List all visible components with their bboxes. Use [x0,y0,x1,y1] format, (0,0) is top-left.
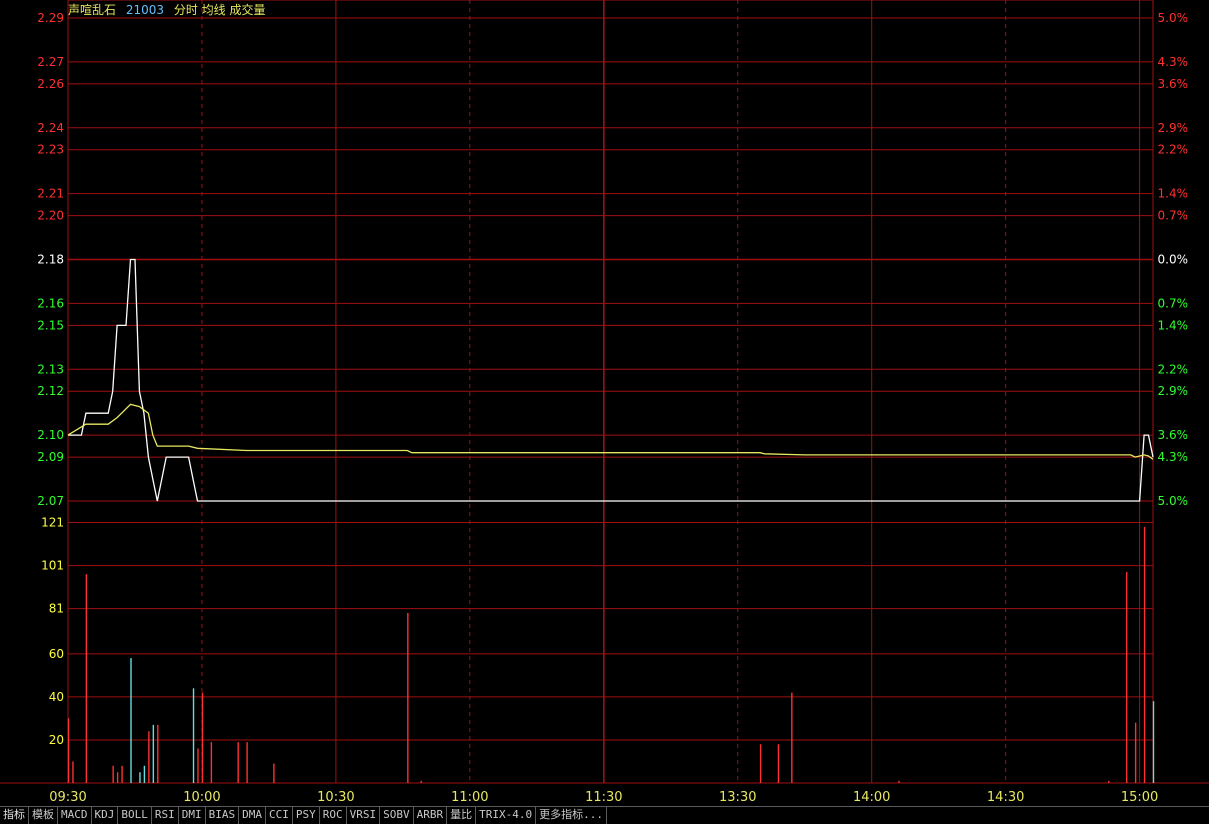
time-tick-label: 14:00 [853,790,890,805]
tab-4[interactable]: BOLL [118,807,152,824]
chart-header: 声喧乱石 21003 分时 均线 成交量 [68,2,272,18]
tab-12[interactable]: VRSI [347,807,381,824]
tab-17[interactable]: 更多指标... [536,807,607,824]
price-tick-label: 2.24 [37,121,64,135]
time-tick-label: 10:00 [183,790,220,805]
pct-tick-label: 4.3% [1158,55,1189,69]
tab-13[interactable]: SOBV [380,807,414,824]
tab-8[interactable]: DMA [239,807,266,824]
price-tick-label: 2.07 [37,494,64,508]
volume-tick-label: 81 [49,602,64,616]
pct-tick-label: 2.2% [1158,362,1189,376]
tab-0[interactable]: 指标 [0,807,29,824]
pct-tick-label: 1.4% [1158,318,1189,332]
time-tick-label: 13:30 [719,790,756,805]
pct-tick-label: 5.0% [1158,494,1189,508]
tab-2[interactable]: MACD [58,807,92,824]
pct-tick-label: 2.2% [1158,143,1189,157]
volume-tick-label: 121 [41,516,64,530]
intraday-chart[interactable]: 2.29 5.0% 2.27 4.3% 2.26 3.6% 2.24 2.9% 2.23 2.2%… [0,0,1209,806]
pct-tick-label: 0.0% [1158,253,1189,267]
price-tick-label: 2.15 [37,318,64,332]
price-tick-label: 2.13 [37,362,64,376]
price-tick-label: 2.12 [37,384,64,398]
tab-15[interactable]: 量比 [447,807,477,824]
price-tick-label: 2.09 [37,450,64,464]
price-tick-label: 2.10 [37,428,64,442]
tab-14[interactable]: ARBR [414,807,448,824]
pct-tick-label: 3.6% [1158,428,1189,442]
stock-name: 声喧乱石 [68,3,117,17]
indicator-tab-bar: 指标 模板 MACD KDJ BOLL RSI DMI BIAS DMA CCI PSY ROC VRS… [0,806,1209,824]
price-tick-label: 2.20 [37,209,64,223]
price-tick-label: 2.29 [37,11,64,25]
tab-11[interactable]: ROC [320,807,347,824]
time-tick-label: 10:30 [317,790,354,805]
tab-3[interactable]: KDJ [92,807,119,824]
price-tick-label: 2.16 [37,296,64,310]
tab-5[interactable]: RSI [152,807,179,824]
tab-6[interactable]: DMI [179,807,206,824]
pct-tick-label: 0.7% [1158,296,1189,310]
pct-tick-label: 2.9% [1158,121,1189,135]
tab-16[interactable]: TRIX-4.0 [476,807,537,824]
price-tick-label: 2.26 [37,77,64,91]
tab-1[interactable]: 模板 [29,807,58,824]
volume-tick-label: 101 [41,559,64,573]
tab-9[interactable]: CCI [266,807,293,824]
time-tick-label: 15:00 [1121,790,1158,805]
tab-10[interactable]: PSY [293,807,320,824]
time-tick-label: 14:30 [987,790,1024,805]
pct-tick-label: 4.3% [1158,450,1189,464]
pct-tick-label: 1.4% [1158,187,1189,201]
volume-tick-label: 20 [49,733,64,747]
time-tick-label: 11:30 [585,790,622,805]
pct-tick-label: 3.6% [1158,77,1189,91]
pct-tick-label: 5.0% [1158,11,1189,25]
price-tick-label: 2.21 [37,187,64,201]
pct-tick-label: 2.9% [1158,384,1189,398]
time-tick-label: 09:30 [49,790,86,805]
tab-7[interactable]: BIAS [206,807,240,824]
indicator-legend: 分时 均线 成交量 [173,3,266,17]
stock-code: 21003 [125,3,165,17]
average-line [67,403,1154,460]
pct-tick-label: 0.7% [1158,209,1189,223]
volume-tick-label: 40 [49,690,64,704]
price-tick-label: 2.18 [37,253,64,267]
price-line [68,258,1154,502]
price-tick-label: 2.23 [37,143,64,157]
time-tick-label: 11:00 [451,790,488,805]
volume-tick-label: 60 [49,647,64,661]
price-tick-label: 2.27 [37,55,64,69]
